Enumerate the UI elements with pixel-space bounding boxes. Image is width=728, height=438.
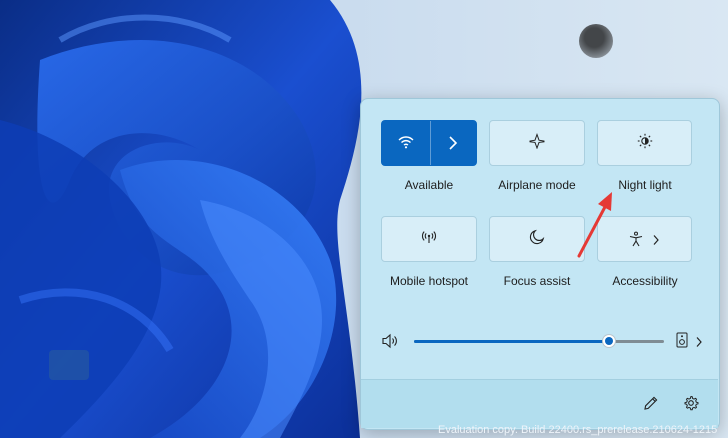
brightness-icon xyxy=(637,133,653,154)
night-light-tile[interactable] xyxy=(597,120,692,166)
speaker-icon[interactable] xyxy=(381,333,399,354)
evaluation-watermark: Evaluation copy. Build 22400.rs_prerelea… xyxy=(438,424,718,436)
app-icon xyxy=(49,350,89,380)
night-light-label: Night light xyxy=(618,178,672,192)
avatar xyxy=(579,24,613,58)
volume-slider-fill xyxy=(414,340,609,343)
mobile-hotspot-tile[interactable] xyxy=(381,216,477,262)
airplane-icon xyxy=(529,132,545,154)
accessibility-label: Accessibility xyxy=(612,274,678,288)
audio-output-icon[interactable] xyxy=(676,332,688,353)
volume-slider[interactable] xyxy=(414,334,664,348)
wifi-tile[interactable] xyxy=(381,120,477,166)
desktop-icon-top-right[interactable] xyxy=(566,18,626,78)
chevron-right-icon[interactable] xyxy=(652,233,660,251)
desktop-icon-bottom-left[interactable] xyxy=(34,346,104,406)
mobile-hotspot-label: Mobile hotspot xyxy=(389,274,469,288)
airplane-mode-tile[interactable] xyxy=(489,120,585,166)
quick-settings-footer xyxy=(361,379,718,428)
accessibility-icon xyxy=(628,231,644,252)
tile-divider xyxy=(430,121,431,165)
moon-icon xyxy=(529,229,545,250)
wifi-icon[interactable] xyxy=(398,135,414,154)
focus-assist-tile[interactable] xyxy=(489,216,585,262)
focus-assist-label: Focus assist xyxy=(503,274,571,288)
wifi-label: Available xyxy=(404,178,454,192)
accessibility-tile[interactable] xyxy=(597,216,692,262)
airplane-mode-label: Airplane mode xyxy=(498,178,576,192)
chevron-right-icon[interactable] xyxy=(448,135,458,156)
settings-icon[interactable] xyxy=(683,395,699,416)
hotspot-icon xyxy=(421,229,437,250)
volume-slider-thumb[interactable] xyxy=(602,334,616,348)
chevron-right-icon[interactable] xyxy=(695,335,703,353)
edit-icon[interactable] xyxy=(643,395,659,416)
